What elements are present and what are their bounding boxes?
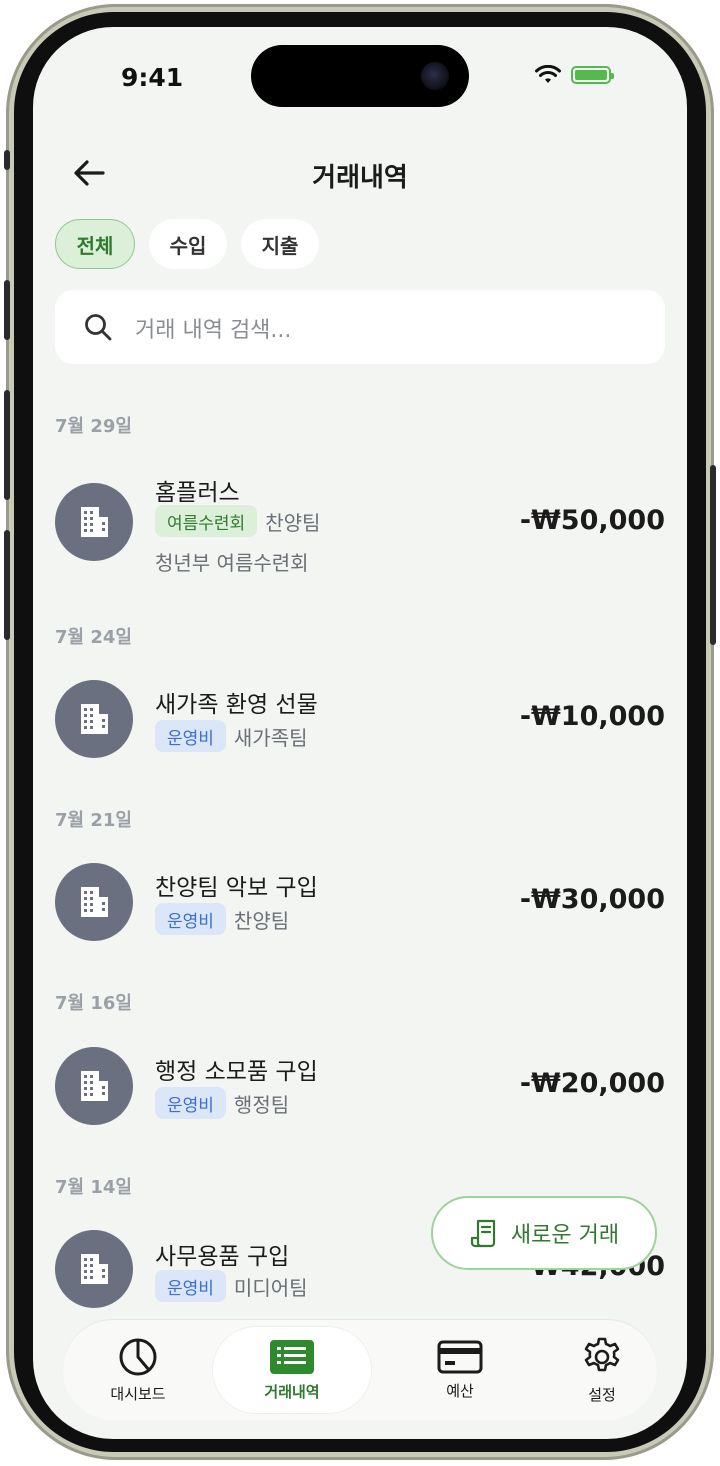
team-label: 새가족팀 [233,725,308,750]
tab-dashboard[interactable]: 대시보드 [63,1320,213,1420]
tab-label: 대시보드 [110,1384,166,1403]
transaction-amount: -₩50,000 [519,505,665,536]
page-title: 거래내역 [312,163,408,193]
transaction-meta: 운영비 새가족팀 [155,720,308,752]
building-icon [55,1047,133,1125]
transaction-meta: 운영비 미디어팀 [155,1270,308,1302]
transaction-title: 새가족 환영 선물 [155,692,318,718]
date-header: 7월 16일 [55,993,132,1014]
transaction-description: 청년부 여름수련회 [155,551,309,575]
transaction-row[interactable]: 홈플러스 여름수련회 찬양팀 청년부 여름수련회 -₩50,000 [55,467,665,577]
status-icons [535,65,614,85]
transaction-amount: -₩30,000 [519,884,665,915]
team-label: 행정팀 [233,1092,290,1117]
transaction-amount: -₩10,000 [519,701,665,732]
team-label: 미디어팀 [233,1275,308,1300]
tab-label: 예산 [446,1381,474,1400]
date-header: 7월 14일 [55,1177,132,1198]
battery-icon [571,66,614,84]
filter-chips: 전체 수입 지출 [55,219,319,269]
dynamic-island [251,45,469,107]
transaction-title: 행정 소모품 구입 [155,1059,318,1085]
new-transaction-button[interactable]: 새로운 거래 [431,1196,657,1270]
building-icon [55,680,133,758]
volume-up-button [4,280,10,340]
transaction-meta: 운영비 찬양팀 [155,903,289,935]
transaction-meta: 운영비 행정팀 [155,1087,289,1119]
tab-budget[interactable]: 예산 [385,1320,535,1420]
side-button [4,150,10,170]
filter-all-chip[interactable]: 전체 [55,219,135,269]
building-icon [55,863,133,941]
transaction-row[interactable]: 새가족 환영 선물 운영비 새가족팀 -₩10,000 [55,677,665,761]
search-placeholder: 거래 내역 검색... [135,318,292,343]
date-header: 7월 21일 [55,810,132,831]
tab-label: 거래내역 [264,1382,320,1401]
date-header: 7월 24일 [55,627,132,648]
category-tag: 여름수련회 [155,505,258,537]
list-icon [270,1339,314,1374]
tab-settings[interactable]: 설정 [527,1320,677,1420]
building-icon [55,483,133,561]
tab-bar: 대시보드 거래내역 예산 설정 [63,1320,657,1420]
transaction-meta: 여름수련회 찬양팀 [155,505,320,537]
volume-up-button [4,390,10,500]
filter-income-chip[interactable]: 수입 [149,219,227,269]
category-tag: 운영비 [155,903,226,935]
tab-label: 설정 [588,1385,616,1404]
tab-transactions[interactable]: 거래내역 [213,1327,371,1413]
transaction-row[interactable]: 찬양팀 악보 구입 운영비 찬양팀 -₩30,000 [55,860,665,944]
filter-expense-chip[interactable]: 지출 [241,219,319,269]
search-bar[interactable]: 거래 내역 검색... [55,290,665,364]
category-tag: 운영비 [155,1087,226,1119]
card-icon [437,1340,483,1373]
wifi-icon [535,65,561,83]
receipt-icon [470,1219,495,1248]
gear-icon [584,1337,620,1371]
pie-chart-icon [119,1338,157,1375]
transaction-amount: -₩20,000 [519,1068,665,1099]
header: 거래내역 [33,147,687,197]
status-time: 9:41 [121,63,184,92]
power-button [710,465,716,645]
building-icon [55,1230,133,1308]
volume-down-button [4,530,10,640]
category-tag: 운영비 [155,1270,226,1302]
date-header: 7월 29일 [55,416,132,437]
search-icon [85,314,112,341]
screen: 9:41 거래내역 전체 수입 지출 거래 내역 검색... 7월 29일 홈플… [33,27,687,1439]
transaction-title: 홈플러스 [155,480,240,506]
transaction-title: 사무용품 구입 [155,1244,290,1270]
transaction-title: 찬양팀 악보 구입 [155,875,318,901]
transaction-row[interactable]: 행정 소모품 구입 운영비 행정팀 -₩20,000 [55,1044,665,1128]
new-transaction-label: 새로운 거래 [510,1223,620,1248]
team-label: 찬양팀 [265,510,321,535]
category-tag: 운영비 [155,720,226,752]
team-label: 찬양팀 [233,908,290,933]
camera-icon [421,62,449,90]
